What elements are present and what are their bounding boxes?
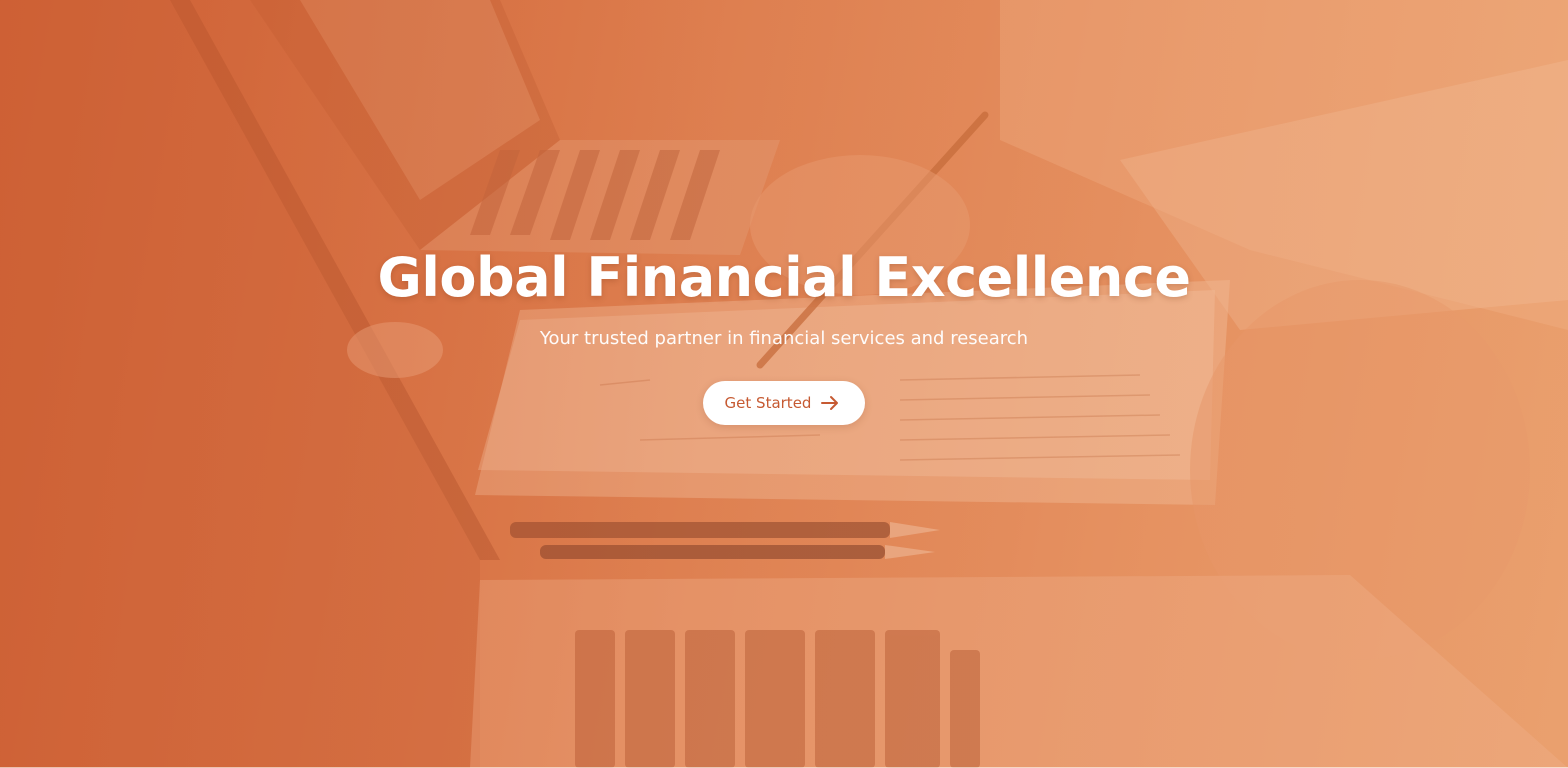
hero-title: Global Financial Excellence [377,246,1191,309]
get-started-button[interactable]: Get Started [702,381,866,425]
hero-content: Global Financial Excellence Your trusted… [0,245,1568,425]
arrow-right-icon [821,395,839,411]
hero-section: Global Financial Excellence Your trusted… [0,0,1568,768]
get-started-label: Get Started [724,394,812,412]
hero-subtitle: Your trusted partner in financial servic… [539,328,1029,349]
